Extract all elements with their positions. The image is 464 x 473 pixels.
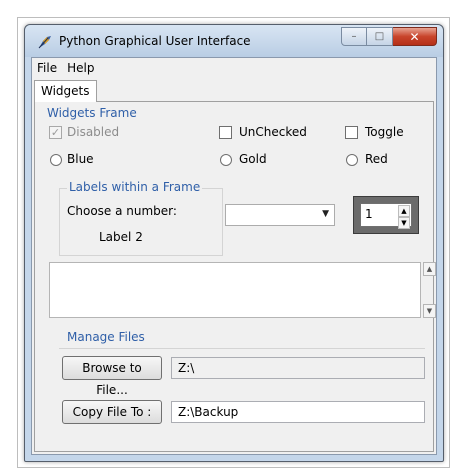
labels-frame <box>59 188 223 256</box>
scrolled-text-area[interactable] <box>49 262 421 318</box>
toggle-checkbox[interactable] <box>345 126 358 139</box>
chevron-down-icon[interactable]: ▼ <box>322 209 329 219</box>
scroll-down-icon[interactable]: ▼ <box>423 304 436 318</box>
title-bar[interactable]: Python Graphical User Interface – □ ✕ <box>25 25 443 57</box>
choose-number-label: Choose a number: <box>67 204 177 218</box>
labels-frame-title: Labels within a Frame <box>67 180 203 194</box>
maximize-icon: □ <box>374 31 385 42</box>
tab-strip: Widgets <box>32 79 436 102</box>
spinbox-frame: 1 ▲ ▼ <box>353 196 419 234</box>
label-2: Label 2 <box>99 230 143 244</box>
caption-buttons: – □ ✕ <box>341 27 437 47</box>
radio-blue[interactable] <box>50 154 62 166</box>
disabled-checkbox-label: Disabled <box>67 125 120 139</box>
radio-gold-label[interactable]: Gold <box>239 152 267 166</box>
spinbox[interactable]: 1 ▲ ▼ <box>360 203 412 229</box>
menu-file[interactable]: File <box>32 61 62 75</box>
disabled-checkbox: ✓ <box>49 126 62 139</box>
minimize-button[interactable]: – <box>341 27 367 46</box>
radio-gold[interactable] <box>220 154 232 166</box>
number-combobox[interactable]: ▼ <box>225 204 335 226</box>
browse-path-field: Z:\ <box>171 357 425 379</box>
menu-bar: File Help <box>32 58 436 78</box>
widgets-frame-title: Widgets Frame <box>47 106 137 120</box>
minimize-icon: – <box>351 31 357 42</box>
spin-up-icon[interactable]: ▲ <box>398 205 410 217</box>
client-area: File Help Widgets Widgets Frame ✓ Disabl… <box>31 57 437 455</box>
browse-to-file-button[interactable]: Browse to File... <box>62 356 162 397</box>
radio-red-label[interactable]: Red <box>365 152 388 166</box>
spinbox-value: 1 <box>365 207 373 221</box>
maximize-button[interactable]: □ <box>367 27 393 46</box>
toggle-checkbox-label[interactable]: Toggle <box>365 125 404 139</box>
copy-path-field[interactable]: Z:\Backup <box>171 401 425 423</box>
unchecked-checkbox-label[interactable]: UnChecked <box>239 125 307 139</box>
close-button[interactable]: ✕ <box>393 27 437 46</box>
copy-file-to-button[interactable]: Copy File To : <box>62 400 162 424</box>
spin-down-icon[interactable]: ▼ <box>398 217 410 229</box>
menu-help[interactable]: Help <box>62 61 99 75</box>
widgets-tab-panel: Widgets Frame ✓ Disabled UnChecked Toggl… <box>34 101 436 452</box>
spinbox-buttons: ▲ ▼ <box>398 205 410 229</box>
unchecked-checkbox[interactable] <box>219 126 232 139</box>
radio-red[interactable] <box>346 154 358 166</box>
close-icon: ✕ <box>409 29 420 44</box>
radio-blue-label[interactable]: Blue <box>67 152 94 166</box>
tab-widgets[interactable]: Widgets <box>34 80 97 102</box>
scroll-up-icon[interactable]: ▲ <box>423 262 436 276</box>
manage-files-title: Manage Files <box>67 330 145 344</box>
app-window: Python Graphical User Interface – □ ✕ Fi… <box>24 24 444 462</box>
python-feather-icon <box>38 36 51 49</box>
window-title: Python Graphical User Interface <box>59 34 251 48</box>
